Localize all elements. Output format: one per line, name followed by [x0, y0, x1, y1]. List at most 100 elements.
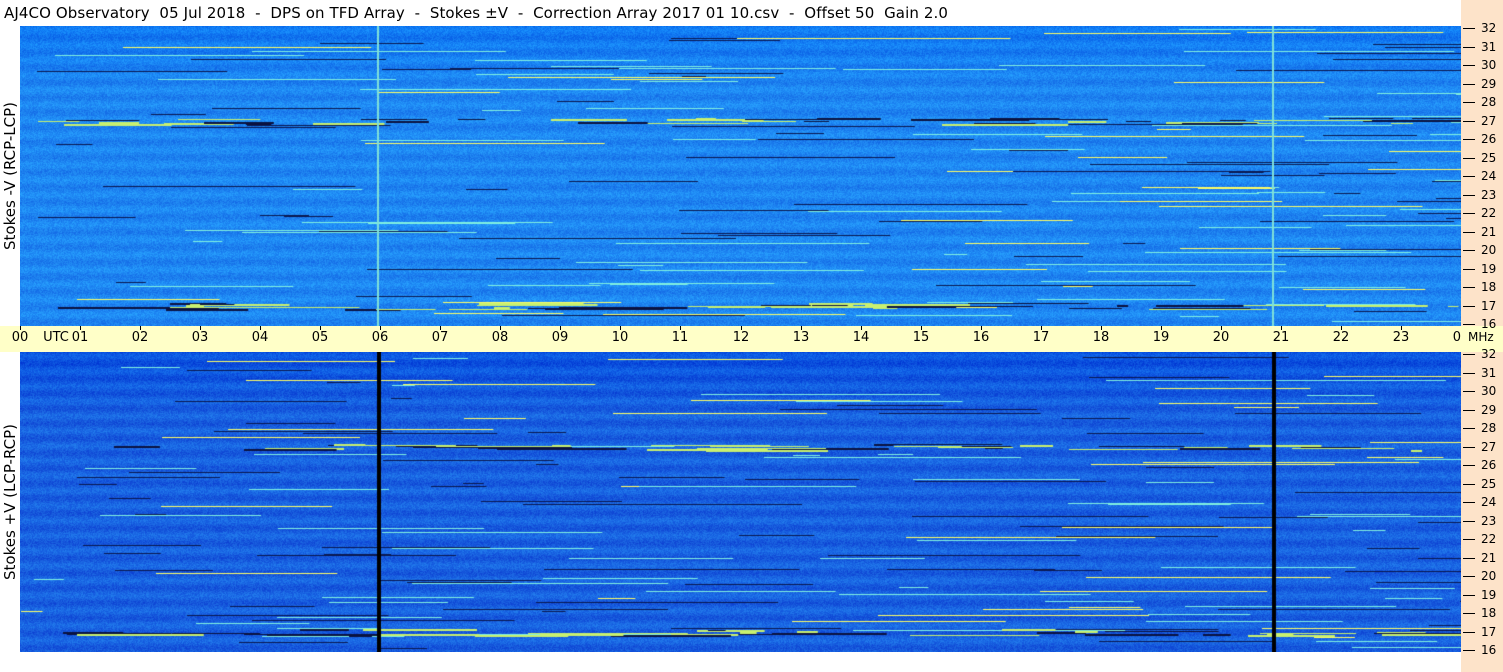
freq-tick-mark [1463, 324, 1475, 325]
freq-tick-mark [1463, 47, 1475, 48]
freq-tick-label: 22 [1481, 206, 1497, 220]
freq-tick-mark [1463, 576, 1475, 577]
time-tick-label: 17 [1032, 330, 1050, 345]
bottom-panel-ylabel-text: Stokes +V (LCP-RCP) [1, 424, 19, 580]
time-tick-label: 08 [491, 330, 509, 345]
freq-tick-mark [1463, 250, 1475, 251]
time-tick-label: 02 [131, 330, 149, 345]
freq-tick-mark [1463, 121, 1475, 122]
freq-tick-mark [1463, 176, 1475, 177]
freq-tick-label: 31 [1481, 366, 1497, 380]
freq-tick-mark [1463, 521, 1475, 522]
top-panel-ylabel: Stokes -V (RCP-LCP) [0, 26, 20, 326]
freq-tick-mark [1463, 632, 1475, 633]
freq-tick-mark [1463, 595, 1475, 596]
freq-tick-label: 25 [1481, 151, 1497, 165]
freq-tick-label: 19 [1481, 262, 1497, 276]
freq-tick-mark [1463, 391, 1475, 392]
freq-tick-mark [1463, 306, 1475, 307]
freq-tick-mark [1463, 447, 1475, 448]
freq-tick-label: 17 [1481, 299, 1497, 313]
freq-tick-label: 30 [1481, 58, 1497, 72]
time-tick-label: 15 [912, 330, 930, 345]
top-panel-ylabel-text: Stokes -V (RCP-LCP) [1, 102, 19, 250]
freq-tick-mark [1463, 465, 1475, 466]
time-tick-label: 20 [1212, 330, 1230, 345]
time-tick-label: 21 [1272, 330, 1290, 345]
freq-tick-label: 21 [1481, 551, 1497, 565]
freq-tick-label: 17 [1481, 625, 1497, 639]
freq-tick-label: 21 [1481, 225, 1497, 239]
freq-tick-mark [1463, 232, 1475, 233]
freq-tick-label: 30 [1481, 384, 1497, 398]
freq-tick-mark [1463, 158, 1475, 159]
freq-tick-label: 29 [1481, 403, 1497, 417]
freq-tick-label: 18 [1481, 606, 1497, 620]
freq-tick-mark [1463, 539, 1475, 540]
freq-tick-mark [1463, 354, 1475, 355]
time-tick-label: 13 [792, 330, 810, 345]
freq-tick-label: 24 [1481, 169, 1497, 183]
time-tick-label: 23 [1392, 330, 1410, 345]
freq-tick-mark [1463, 195, 1475, 196]
bottom-spectrogram-canvas [20, 352, 1461, 652]
freq-tick-label: 20 [1481, 569, 1497, 583]
time-tick-label: 00 [11, 330, 29, 345]
time-tick-label: 05 [311, 330, 329, 345]
time-tick-label: 11 [671, 330, 689, 345]
freq-tick-mark [1463, 484, 1475, 485]
freq-tick-mark [1463, 287, 1475, 288]
time-tick-label: 06 [371, 330, 389, 345]
time-tick-label: 12 [732, 330, 750, 345]
bottom-spectrogram[interactable] [20, 352, 1461, 652]
freq-tick-label: 22 [1481, 532, 1497, 546]
freq-tick-mark [1463, 84, 1475, 85]
freq-tick-mark [1463, 213, 1475, 214]
time-tick-label: 18 [1092, 330, 1110, 345]
freq-tick-mark [1463, 613, 1475, 614]
freq-tick-mark [1463, 28, 1475, 29]
freq-tick-mark [1463, 102, 1475, 103]
top-frequency-axis: 32 31 30 29 28 27 26 25 24 23 22 21 20 19 18 17 16 [1461, 0, 1503, 331]
freq-tick-label: 16 [1481, 317, 1497, 331]
freq-tick-label: 25 [1481, 477, 1497, 491]
freq-tick-label: 18 [1481, 280, 1497, 294]
freq-tick-label: 27 [1481, 440, 1497, 454]
freq-tick-label: 16 [1481, 643, 1497, 657]
freq-tick-label: 31 [1481, 40, 1497, 54]
top-spectrogram[interactable] [20, 26, 1461, 326]
freq-tick-label: 23 [1481, 188, 1497, 202]
freq-tick-label: 26 [1481, 458, 1497, 472]
freq-tick-mark [1463, 650, 1475, 651]
freq-tick-label: 19 [1481, 588, 1497, 602]
freq-tick-label: 27 [1481, 114, 1497, 128]
bottom-panel-ylabel: Stokes +V (LCP-RCP) [0, 352, 20, 652]
freq-tick-label: 20 [1481, 243, 1497, 257]
freq-tick-label: 23 [1481, 514, 1497, 528]
freq-tick-mark [1463, 373, 1475, 374]
freq-tick-label: 29 [1481, 77, 1497, 91]
freq-tick-label: 26 [1481, 132, 1497, 146]
time-tick-label: 16 [972, 330, 990, 345]
freq-tick-label: 32 [1481, 21, 1497, 35]
time-tick-label: 09 [551, 330, 569, 345]
freq-tick-label: 32 [1481, 347, 1497, 361]
freq-tick-label: 24 [1481, 495, 1497, 509]
freq-tick-mark [1463, 269, 1475, 270]
time-tick-label: 19 [1152, 330, 1170, 345]
time-tick-label: 04 [251, 330, 269, 345]
time-tick-label: 07 [431, 330, 449, 345]
time-tick-label: 22 [1332, 330, 1350, 345]
time-axis: 00 UTC 01 02 03 04 05 06 07 08 09 10 11 12 13 14 15 16 17 1… [0, 326, 1469, 352]
freq-tick-mark [1463, 65, 1475, 66]
chart-title: AJ4CO Observatory 05 Jul 2018 - DPS on T… [4, 4, 949, 22]
time-tick-label: 10 [611, 330, 629, 345]
freq-tick-label: 28 [1481, 421, 1497, 435]
freq-tick-label: 28 [1481, 95, 1497, 109]
freq-tick-mark [1463, 139, 1475, 140]
time-tick-label: 01 [71, 330, 89, 345]
freq-tick-mark [1463, 558, 1475, 559]
top-spectrogram-canvas [20, 26, 1461, 326]
mhz-unit-label: MHz [1468, 330, 1494, 344]
bottom-frequency-axis: 32 31 30 29 28 27 26 25 24 23 22 21 20 19 18 17 16 [1461, 347, 1503, 672]
